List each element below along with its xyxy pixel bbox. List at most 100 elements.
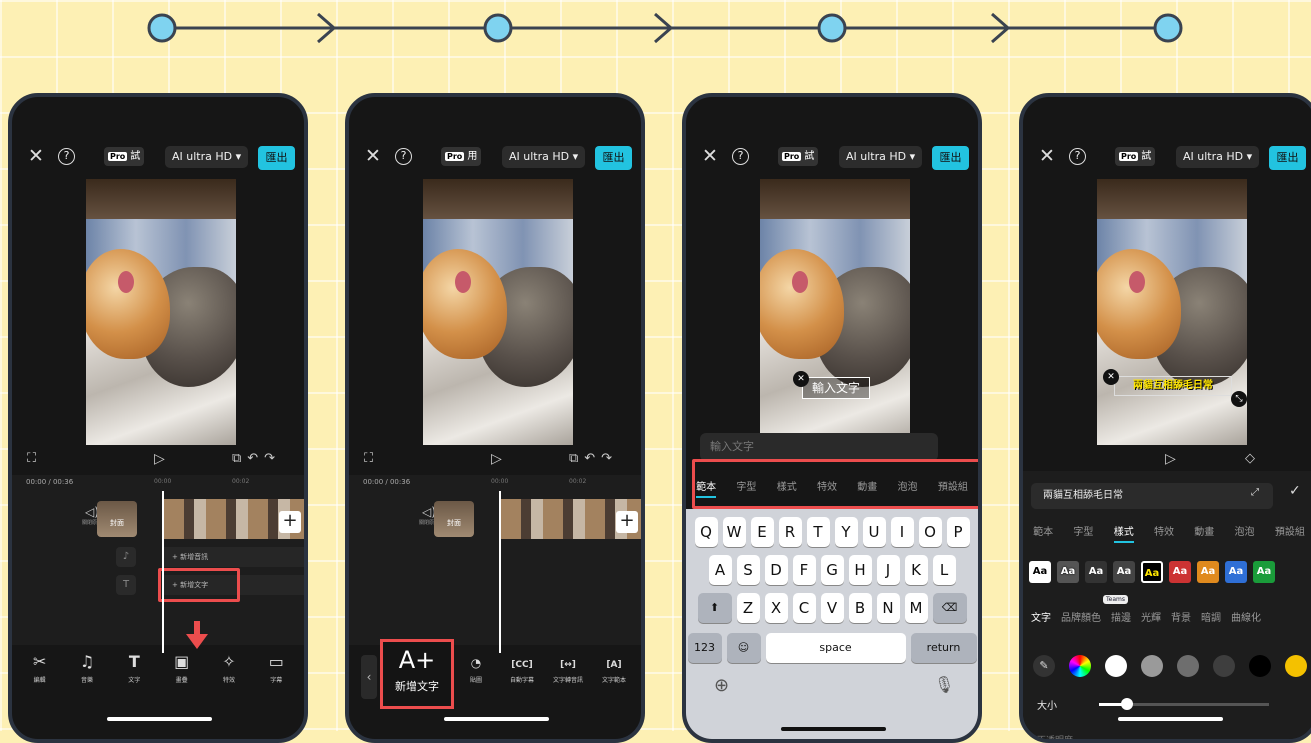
confirm-check-icon[interactable]: ✓	[1289, 483, 1301, 499]
key[interactable]: Q	[694, 517, 718, 547]
key[interactable]: D	[764, 555, 788, 585]
subtab-curve[interactable]: 曲線化	[1231, 609, 1261, 624]
play-icon[interactable]: ▷	[1165, 451, 1176, 467]
back-chevron-icon[interactable]: ‹	[361, 655, 377, 699]
tool-text-to-speech[interactable]: [↔] 文字轉音訊	[548, 652, 588, 702]
preset-selected[interactable]: Aa	[1141, 561, 1163, 583]
subtab-shadow[interactable]: 暗調	[1201, 609, 1221, 624]
resize-handle-icon[interactable]: ⤡	[1231, 391, 1247, 407]
add-text-button[interactable]: A+ 新增文字	[380, 639, 454, 709]
ai-hd-dropdown[interactable]: AI ultra HD ▾	[1176, 146, 1260, 168]
key[interactable]: G	[820, 555, 844, 585]
swatch-black[interactable]	[1249, 655, 1271, 677]
preset[interactable]: Aa	[1225, 561, 1247, 583]
help-icon[interactable]: ?	[1069, 148, 1086, 165]
subtab-text[interactable]: 文字	[1031, 609, 1051, 624]
pro-trial-badge[interactable]: Pro 試	[1115, 147, 1156, 166]
add-audio-bar[interactable]: + 新增音訊	[164, 547, 304, 567]
tool-text-template[interactable]: [A] 文字範本	[594, 652, 634, 702]
eyedropper-icon[interactable]: ✎	[1033, 655, 1055, 677]
preset[interactable]: Aa	[1057, 561, 1079, 583]
add-clip-button[interactable]: +	[279, 511, 301, 533]
expand-icon[interactable]: ⤢	[1251, 487, 1259, 498]
tab-bubble[interactable]: 泡泡	[1235, 523, 1255, 543]
close-icon[interactable]: ✕	[28, 145, 44, 167]
key[interactable]: J	[876, 555, 900, 585]
pro-trial-badge[interactable]: Pro 用	[441, 147, 482, 166]
delete-text-icon[interactable]: ✕	[793, 371, 809, 387]
undo-redo-icons[interactable]: ⧉↶↷	[569, 451, 618, 466]
key[interactable]: V	[820, 593, 844, 623]
key[interactable]: F	[792, 555, 816, 585]
tab-font[interactable]: 字型	[1073, 523, 1093, 543]
add-clip-button[interactable]: +	[616, 511, 638, 533]
close-icon[interactable]: ✕	[1039, 145, 1055, 167]
numbers-key[interactable]: 123	[687, 633, 722, 663]
key[interactable]: U	[862, 517, 886, 547]
size-slider-thumb[interactable]	[1121, 698, 1133, 710]
fullscreen-icon[interactable]: ⛶	[364, 451, 373, 466]
tool-text[interactable]: T 文字	[114, 652, 154, 702]
subtab-brand-colors[interactable]: 品牌顏色	[1061, 609, 1101, 624]
tab-effects[interactable]: 特效	[1154, 523, 1174, 543]
preset[interactable]: Aa	[1113, 561, 1135, 583]
ai-hd-dropdown[interactable]: AI ultra HD ▾	[165, 146, 249, 168]
play-icon[interactable]: ▷	[154, 451, 165, 467]
caption-text[interactable]: 兩貓互相舔毛日常	[1114, 376, 1232, 396]
key[interactable]: Z	[736, 593, 760, 623]
key[interactable]: P	[946, 517, 970, 547]
swatch-darkgray[interactable]	[1177, 655, 1199, 677]
ai-hd-dropdown[interactable]: AI ultra HD ▾	[502, 146, 586, 168]
shift-key[interactable]: ⬆	[697, 593, 732, 623]
key[interactable]: S	[736, 555, 760, 585]
subtab-background[interactable]: 背景	[1171, 609, 1191, 624]
tool-edit[interactable]: ✂ 編輯	[20, 652, 60, 702]
close-icon[interactable]: ✕	[365, 145, 381, 167]
key[interactable]: I	[890, 517, 914, 547]
play-icon[interactable]: ▷	[491, 451, 502, 467]
export-button[interactable]: 匯出	[932, 146, 969, 170]
subtab-glow[interactable]: 光輝	[1141, 609, 1161, 624]
tab-style[interactable]: 樣式	[1113, 523, 1134, 543]
preset[interactable]: Aa	[1029, 561, 1051, 583]
tool-captions[interactable]: ▭ 字幕	[256, 652, 296, 702]
swatch-gray[interactable]	[1141, 655, 1163, 677]
tool-sticker[interactable]: ◔ 貼圖	[456, 652, 496, 702]
key[interactable]: W	[722, 517, 746, 547]
text-input-box[interactable]: 輸入文字	[802, 377, 870, 399]
key[interactable]: M	[904, 593, 928, 623]
tool-music[interactable]: ♫ 音樂	[67, 652, 107, 702]
export-button[interactable]: 匯出	[1269, 146, 1306, 170]
key[interactable]: K	[904, 555, 928, 585]
key[interactable]: N	[876, 593, 900, 623]
return-key[interactable]: return	[910, 633, 977, 663]
tab-presets[interactable]: 預設組	[1275, 523, 1305, 543]
emoji-key[interactable]: ☺	[726, 633, 761, 663]
backspace-key[interactable]: ⌫	[932, 593, 967, 623]
key[interactable]: X	[764, 593, 788, 623]
key[interactable]: R	[778, 517, 802, 547]
key[interactable]: A	[708, 555, 732, 585]
tab-animation[interactable]: 動畫	[1194, 523, 1214, 543]
undo-redo-icons[interactable]: ⧉↶↷	[232, 451, 281, 466]
swatch-charcoal[interactable]	[1213, 655, 1235, 677]
preset[interactable]: Aa	[1085, 561, 1107, 583]
tool-effects[interactable]: ✧ 特效	[209, 652, 249, 702]
microphone-icon[interactable]: 🎙	[934, 675, 954, 694]
space-key[interactable]: space	[765, 633, 906, 663]
delete-text-icon[interactable]: ✕	[1103, 369, 1119, 385]
playhead[interactable]	[162, 491, 164, 653]
color-wheel[interactable]	[1069, 655, 1091, 677]
text-input-field[interactable]: 輸入文字	[700, 433, 938, 461]
preset[interactable]: Aa	[1197, 561, 1219, 583]
swatch-yellow[interactable]	[1285, 655, 1307, 677]
key[interactable]: H	[848, 555, 872, 585]
tool-auto-captions[interactable]: [CC] 自動字幕	[502, 652, 542, 702]
globe-icon[interactable]: ⊕	[714, 675, 729, 696]
export-button[interactable]: 匯出	[595, 146, 632, 170]
pro-trial-badge[interactable]: Pro 試	[104, 147, 145, 166]
preset[interactable]: Aa	[1169, 561, 1191, 583]
key[interactable]: Y	[834, 517, 858, 547]
playhead[interactable]	[499, 491, 501, 653]
ai-hd-dropdown[interactable]: AI ultra HD ▾	[839, 146, 923, 168]
